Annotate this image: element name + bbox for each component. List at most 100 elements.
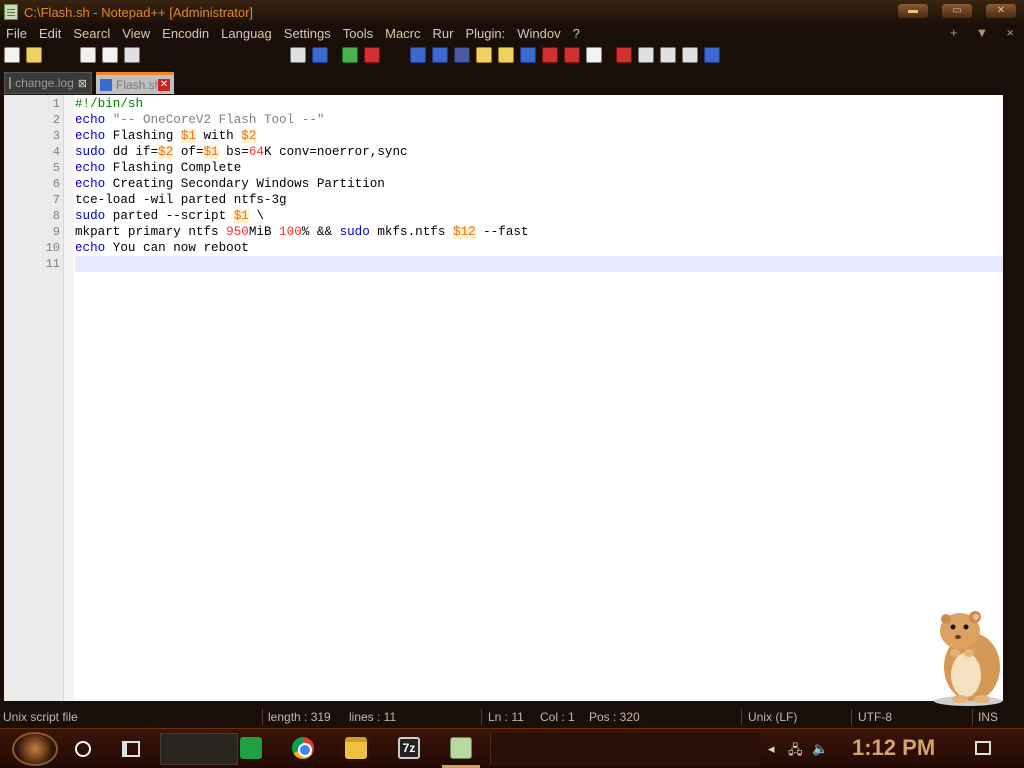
line-text[interactable]: sudo parted --script $1 \ (75, 209, 264, 223)
menu-encoding[interactable]: Encodin (156, 26, 215, 41)
menu-edit[interactable]: Edit (33, 26, 67, 41)
menu-window[interactable]: Windov (511, 26, 566, 41)
code-line[interactable]: 4 sudo dd if=$2 of=$1 bs=64K conv=noerror… (53, 144, 1003, 160)
volume-muted-icon[interactable]: 🔈 (812, 741, 828, 757)
new-tab-icon[interactable]: + (950, 25, 958, 40)
code-line[interactable]: 8 sudo parted --script $1 \ (53, 208, 1003, 224)
status-encoding[interactable]: UTF-8 (858, 710, 892, 724)
tab-close-icon[interactable]: ✕ (158, 78, 170, 91)
chrome-icon[interactable] (292, 737, 314, 759)
print-icon[interactable] (124, 47, 140, 63)
status-eol[interactable]: Unix (LF) (748, 710, 797, 724)
line-number: 11 (45, 257, 60, 271)
status-insert-mode[interactable]: INS (978, 710, 998, 724)
line-text[interactable]: echo Flashing Complete (75, 161, 241, 175)
code-line[interactable]: 6 echo Creating Secondary Windows Partiti… (53, 176, 1003, 192)
minimize-button[interactable]: ▬ (898, 4, 928, 18)
tab-close-icon[interactable]: ⊠ (78, 77, 87, 90)
open-file-icon[interactable] (26, 47, 42, 63)
line-text[interactable]: tce-load -wil parted ntfs-3g (75, 193, 287, 207)
line-number: 7 (52, 193, 60, 207)
code-line[interactable]: 5 echo Flashing Complete (53, 160, 1003, 176)
menu-help[interactable]: ? (567, 26, 586, 41)
line-text[interactable]: sudo dd if=$2 of=$1 bs=64K conv=noerror,… (75, 145, 408, 159)
tab-strip: change.log ⊠ Flash.sh ✕ (0, 67, 1024, 95)
code-line[interactable]: 2 echo "-- OneCoreV2 Flash Tool --" (53, 112, 1003, 128)
cortana-icon[interactable] (75, 741, 91, 757)
taskbar: 7z ◂ 🖧 🔈 1:12 PM (0, 728, 1024, 768)
line-number: 3 (52, 129, 60, 143)
save-icon[interactable] (80, 47, 96, 63)
doc-switcher-icon[interactable] (564, 47, 580, 63)
file-explorer-icon[interactable] (345, 737, 367, 759)
close-doc-icon[interactable]: × (1006, 25, 1014, 40)
maximize-button[interactable]: ▭ (942, 4, 972, 18)
line-text[interactable]: echo You can now reboot (75, 241, 249, 255)
tab-list-icon[interactable]: ▼ (976, 25, 989, 40)
status-col: Col : 1 (540, 710, 575, 724)
taskbar-search[interactable] (160, 733, 238, 765)
save-macro-icon[interactable] (704, 47, 720, 63)
code-editor[interactable]: 1 #!/bin/sh 2 echo "-- OneCoreV2 Flash Tool… (4, 95, 1003, 701)
notifications-icon[interactable] (975, 741, 991, 755)
status-file-type: Unix script file (3, 710, 78, 724)
menu-language[interactable]: Languag (215, 26, 278, 41)
zoom-out-icon[interactable] (364, 47, 380, 63)
indent-guide-icon[interactable] (454, 47, 470, 63)
close-button[interactable]: ✕ (986, 4, 1016, 18)
7zip-icon[interactable]: 7z (398, 737, 420, 759)
zoom-in-icon[interactable] (342, 47, 358, 63)
line-number: 6 (52, 177, 60, 191)
tab-change-log[interactable]: change.log ⊠ (4, 72, 92, 94)
google-sheets-icon[interactable] (240, 737, 262, 759)
file-icon (100, 78, 112, 91)
code-line[interactable]: 1 #!/bin/sh (53, 96, 1003, 112)
run-macro-multiple-icon[interactable] (682, 47, 698, 63)
replace-icon[interactable] (312, 47, 328, 63)
monitoring-eye-icon[interactable] (586, 47, 602, 63)
clock[interactable]: 1:12 PM (852, 735, 935, 761)
find-icon[interactable] (290, 47, 306, 63)
line-number: 8 (52, 209, 60, 223)
code-line[interactable]: 3 echo Flashing $1 with $2 (53, 128, 1003, 144)
menu-file[interactable]: File (0, 26, 33, 41)
word-wrap-icon[interactable] (410, 47, 426, 63)
menu-macro[interactable]: Macrc (379, 26, 426, 41)
status-length: length : 319 (268, 710, 331, 724)
line-text[interactable]: echo "-- OneCoreV2 Flash Tool --" (75, 113, 324, 127)
notepad-plus-plus-taskbar-icon[interactable] (450, 737, 472, 759)
code-line[interactable]: 7 tce-load -wil parted ntfs-3g (53, 192, 1003, 208)
line-text[interactable]: #!/bin/sh (75, 97, 143, 111)
menu-search[interactable]: Searcl (67, 26, 116, 41)
menu-settings[interactable]: Settings (278, 26, 337, 41)
start-button[interactable] (12, 732, 58, 766)
show-all-chars-icon[interactable] (432, 47, 448, 63)
fold-margin[interactable] (64, 95, 74, 701)
doc-map-icon[interactable] (476, 47, 492, 63)
stop-macro-icon[interactable] (638, 47, 654, 63)
network-icon[interactable]: 🖧 (788, 741, 803, 763)
function-list-icon[interactable] (498, 47, 514, 63)
line-text[interactable]: echo Flashing $1 with $2 (75, 129, 257, 143)
folder-workspace-icon[interactable] (520, 47, 536, 63)
task-view-icon[interactable] (122, 741, 140, 757)
user-lang-icon[interactable] (542, 47, 558, 63)
line-text[interactable]: echo Creating Secondary Windows Partitio… (75, 177, 385, 191)
code-line[interactable]: 9 mkpart primary ntfs 950MiB 100% && sudo… (53, 224, 1003, 240)
tray-chevron-icon[interactable]: ◂ (768, 741, 775, 757)
save-all-icon[interactable] (102, 47, 118, 63)
menu-view[interactable]: View (116, 26, 156, 41)
code-line[interactable]: 10 echo You can now reboot (46, 240, 1003, 256)
menu-tools[interactable]: Tools (337, 26, 379, 41)
play-macro-icon[interactable] (660, 47, 676, 63)
new-file-icon[interactable] (4, 47, 20, 63)
window-title: C:\Flash.sh - Notepad++ [Administrator] (24, 4, 254, 20)
tab-flash-sh[interactable]: Flash.sh ✕ (96, 72, 174, 94)
record-macro-icon[interactable] (616, 47, 632, 63)
line-number: 4 (52, 145, 60, 159)
line-text[interactable]: mkpart primary ntfs 950MiB 100% && sudo … (75, 225, 529, 239)
menu-run[interactable]: Rur (427, 26, 460, 41)
code-line[interactable]: 11 (46, 256, 1003, 272)
menu-plugins[interactable]: Plugin: (459, 26, 511, 41)
code-area[interactable]: 1 #!/bin/sh 2 echo "-- OneCoreV2 Flash Tool… (46, 96, 1003, 272)
